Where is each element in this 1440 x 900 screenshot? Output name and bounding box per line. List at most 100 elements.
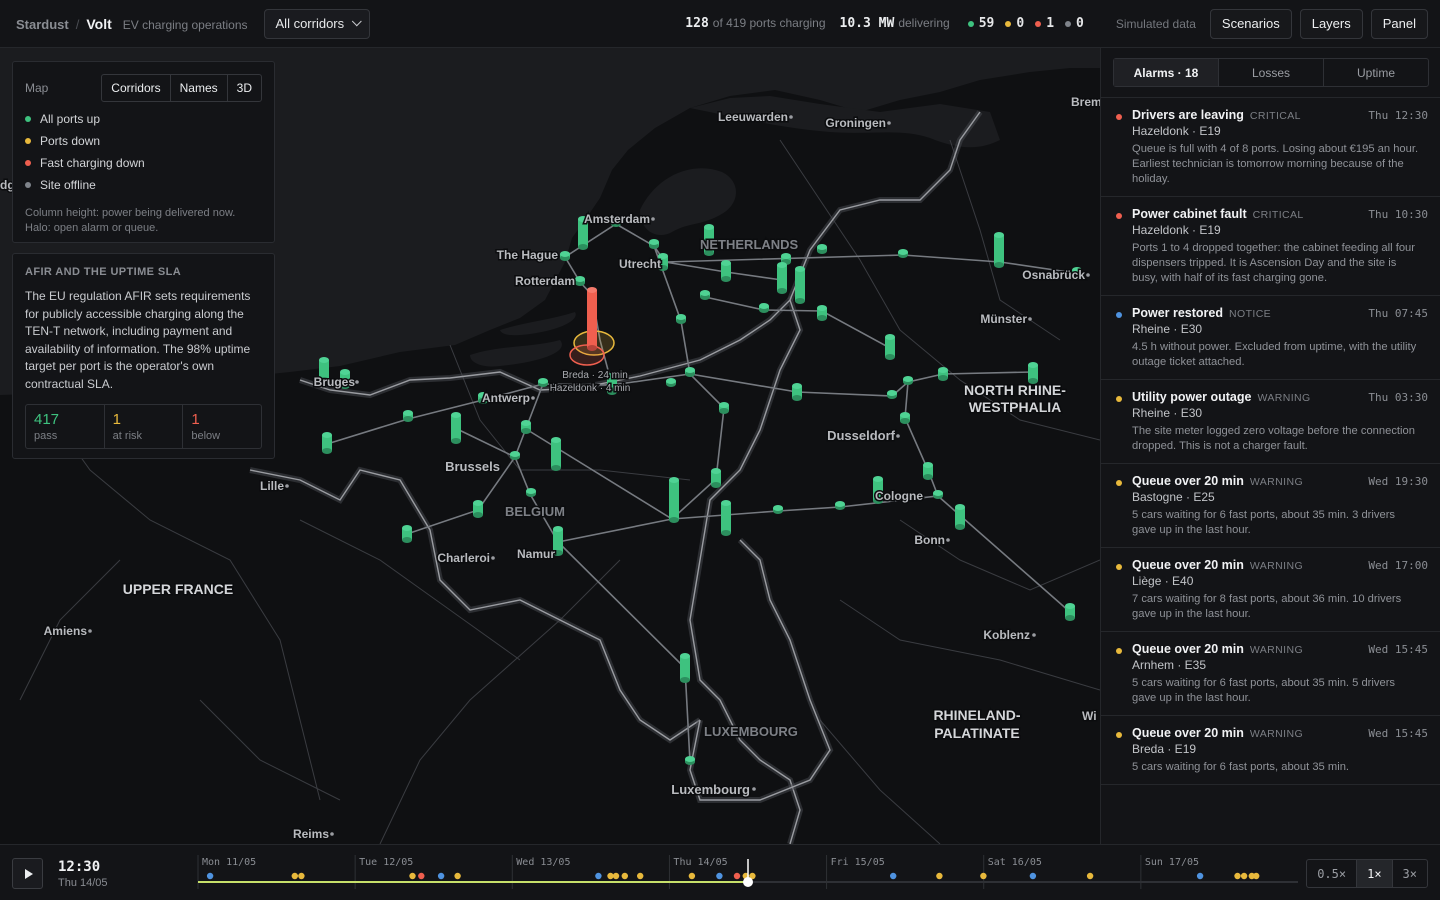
timeline-event-marker[interactable] [409,872,416,880]
alarm-item[interactable]: Queue over 20 min WARNING Wed 15:45 Breda ·… [1101,716,1440,785]
tab-uptime[interactable]: Uptime [1323,59,1428,86]
site-column[interactable] [835,501,845,510]
site-column[interactable] [721,260,731,282]
site-column[interactable] [938,367,948,381]
city-dot [752,787,756,791]
site-column[interactable] [669,477,679,523]
site-column[interactable] [1028,362,1038,384]
timeline-event-marker[interactable] [1240,872,1248,880]
site-column[interactable] [955,504,965,530]
speed-option[interactable]: 0.5× [1307,860,1356,887]
timeline-event-marker[interactable] [890,872,897,880]
timeline-event-marker[interactable] [1196,872,1204,880]
scenarios-button[interactable]: Scenarios [1209,8,1292,39]
site-column[interactable] [560,251,570,261]
site-column-alarm[interactable] [587,287,597,351]
site-column[interactable] [510,451,520,460]
site-column[interactable] [777,262,787,294]
alarm-site: Breda · E19 [1132,742,1197,756]
site-column[interactable] [649,239,659,249]
alarm-severity: WARNING [1257,392,1311,404]
city-label: Amsterdam [584,212,650,226]
site-column[interactable] [685,367,695,377]
site-column[interactable] [792,383,802,401]
timeline-event-marker[interactable] [980,872,987,880]
toggle-3d[interactable]: 3D [226,75,261,101]
site-column[interactable] [526,488,536,497]
site-column[interactable] [795,266,805,304]
timeline-event-marker[interactable] [637,872,644,880]
site-column[interactable] [685,756,695,765]
timeline-event-marker[interactable] [1253,872,1260,880]
site-column[interactable] [322,432,332,454]
timeline-event-marker[interactable] [291,872,298,880]
city-label: Groningen [825,116,886,130]
alarm-item[interactable]: Drivers are leaving CRITICAL Thu 12:30 Haze… [1101,98,1440,197]
site-column[interactable] [551,437,561,471]
speed-option[interactable]: 1× [1356,860,1392,887]
site-column[interactable] [721,500,731,536]
site-column[interactable] [900,412,910,424]
site-column[interactable] [676,314,686,324]
timeline-event-marker[interactable] [716,872,723,880]
site-column[interactable] [403,410,413,422]
site-column[interactable] [759,303,769,313]
site-column[interactable] [923,462,933,480]
timeline-event-marker[interactable] [1086,872,1094,880]
status-count-value: 1 [1046,16,1055,31]
speed-option[interactable]: 3× [1391,860,1427,887]
toggle-corridors[interactable]: Corridors [102,75,169,101]
alarm-item[interactable]: Queue over 20 min WARNING Wed 19:30 Bastogn… [1101,464,1440,548]
site-column[interactable] [451,412,461,444]
site-column[interactable] [903,376,913,385]
site-column[interactable] [773,505,783,514]
toggle-names[interactable]: Names [169,75,227,101]
tab-losses[interactable]: Losses [1218,59,1323,86]
site-column[interactable] [719,402,729,414]
playhead-handle[interactable] [743,877,753,887]
site-column[interactable] [538,378,548,387]
site-column[interactable] [402,525,412,543]
alarm-item[interactable]: Queue over 20 min WARNING Wed 17:00 Liège ·… [1101,548,1440,632]
panel-button[interactable]: Panel [1370,8,1428,39]
timeline-event-marker[interactable] [454,872,461,880]
site-column[interactable] [994,232,1004,268]
timeline-event-marker[interactable] [437,872,445,880]
tab-alarms[interactable]: Alarms · 18 [1114,59,1218,86]
timeline-event-marker[interactable] [1234,872,1241,880]
timeline-event-marker[interactable] [612,872,620,880]
site-column[interactable] [711,468,721,488]
alarm-item[interactable]: Power cabinet fault CRITICAL Thu 10:30 Haze… [1101,197,1440,296]
timeline-event-marker[interactable] [418,872,425,880]
site-column[interactable] [898,249,908,258]
site-column[interactable] [700,290,710,300]
timeline-event-marker[interactable] [688,872,696,880]
timeline-track[interactable]: Mon 11/05 Tue 12/05 Wed 13/05 Thu 14/05 Fri … [190,845,1300,900]
timeline-event-marker[interactable] [621,872,628,880]
timeline-event-marker[interactable] [607,872,614,880]
timeline-event-marker[interactable] [298,872,305,880]
play-button[interactable] [12,858,43,889]
site-column[interactable] [817,244,827,254]
alarm-item[interactable]: Queue over 20 min WARNING Wed 15:45 Arnhem … [1101,632,1440,716]
layers-button[interactable]: Layers [1299,8,1363,39]
site-column[interactable] [887,390,897,399]
timeline-event-marker[interactable] [206,872,214,880]
timeline-event-marker[interactable] [1029,872,1037,880]
site-column[interactable] [473,500,483,518]
site-column[interactable] [885,334,895,360]
alarm-item[interactable]: Power restored NOTICE Thu 07:45 Rheine · E3… [1101,296,1440,380]
site-column[interactable] [1065,603,1075,621]
site-column[interactable] [575,276,585,286]
site-column[interactable] [933,490,943,499]
site-column[interactable] [680,653,690,683]
corridor-select[interactable]: All corridors [263,8,371,39]
site-column[interactable] [666,378,676,387]
site-column[interactable] [521,420,531,434]
timeline-event-marker[interactable] [936,872,943,880]
site-column[interactable] [817,305,827,321]
timeline-event-marker[interactable] [733,872,741,880]
current-time: 12:30 [58,859,101,875]
alarm-item[interactable]: Utility power outage WARNING Thu 03:30 Rhei… [1101,380,1440,464]
timeline-event-marker[interactable] [595,872,602,880]
